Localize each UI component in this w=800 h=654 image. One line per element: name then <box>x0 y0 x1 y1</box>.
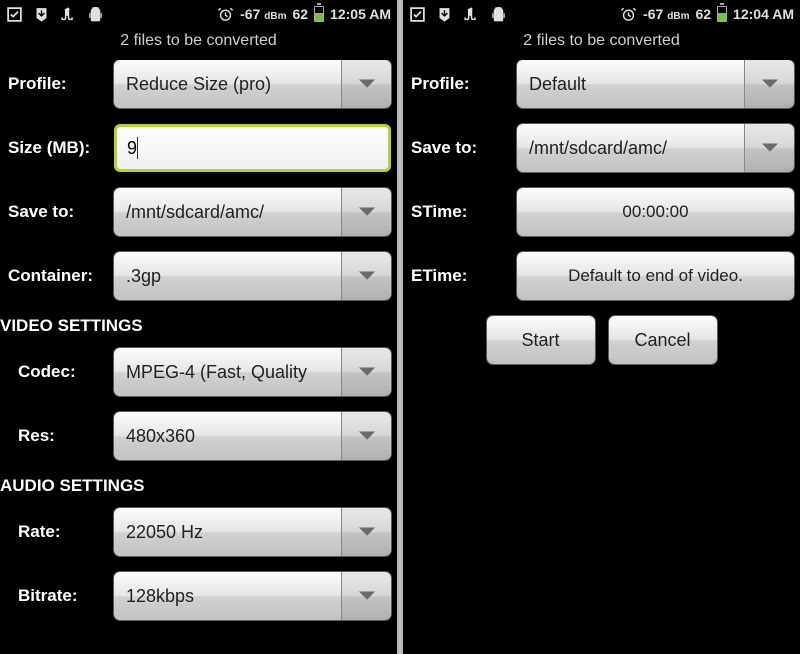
chevron-down-icon <box>341 348 391 396</box>
codec-value: MPEG-4 (Fast, Quality <box>114 348 341 396</box>
android-icon <box>87 6 104 23</box>
rate-value: 22050 Hz <box>114 508 341 556</box>
chevron-down-icon <box>341 508 391 556</box>
signal-strength: -67 dBm <box>240 6 286 22</box>
container-value: .3gp <box>114 252 341 300</box>
usb-icon <box>463 6 480 23</box>
res-value: 480x360 <box>114 412 341 460</box>
download-icon <box>436 6 453 23</box>
etime-button[interactable]: Default to end of video. <box>517 252 794 300</box>
alarm-icon <box>217 6 234 23</box>
chevron-down-icon <box>341 188 391 236</box>
chevron-down-icon <box>744 124 794 172</box>
profile-value: Reduce Size (pro) <box>114 60 341 108</box>
rate-dropdown[interactable]: 22050 Hz <box>114 508 391 556</box>
saveto-label: Save to: <box>409 138 517 158</box>
rate-label: Rate: <box>6 522 114 542</box>
etime-label: ETime: <box>409 266 517 286</box>
clock: 12:05 AM <box>330 6 391 22</box>
size-label: Size (MB): <box>6 138 114 158</box>
res-dropdown[interactable]: 480x360 <box>114 412 391 460</box>
file-count-header: 2 files to be converted <box>403 28 800 60</box>
etime-value: Default to end of video. <box>568 266 743 286</box>
container-label: Container: <box>6 266 114 286</box>
signal-strength: -67 dBm <box>643 6 689 22</box>
profile-dropdown[interactable]: Reduce Size (pro) <box>114 60 391 108</box>
codec-label: Codec: <box>6 362 114 382</box>
profile-label: Profile: <box>409 74 517 94</box>
chevron-down-icon <box>341 60 391 108</box>
bitrate-value: 128kbps <box>114 572 341 620</box>
battery-icon <box>717 6 727 22</box>
start-button[interactable]: Start <box>487 316 595 364</box>
battery-icon <box>314 6 324 22</box>
chevron-down-icon <box>744 60 794 108</box>
clock: 12:04 AM <box>733 6 794 22</box>
battery-pct: 62 <box>695 6 711 22</box>
codec-dropdown[interactable]: MPEG-4 (Fast, Quality <box>114 348 391 396</box>
size-input[interactable]: 9 <box>114 124 391 172</box>
saveto-value: /mnt/sdcard/amc/ <box>114 188 341 236</box>
stime-button[interactable]: 00:00:00 <box>517 188 794 236</box>
stime-label: STime: <box>409 202 517 222</box>
usb-icon <box>60 6 77 23</box>
saveto-label: Save to: <box>6 202 114 222</box>
video-settings-header: VIDEO SETTINGS <box>0 316 391 336</box>
profile-value: Default <box>517 60 744 108</box>
checkbox-icon <box>409 6 426 23</box>
battery-pct: 62 <box>292 6 308 22</box>
download-icon <box>33 6 50 23</box>
chevron-down-icon <box>341 412 391 460</box>
profile-label: Profile: <box>6 74 114 94</box>
audio-settings-header: AUDIO SETTINGS <box>0 476 391 496</box>
android-icon <box>490 6 507 23</box>
screen-left: -67 dBm 62 12:05 AM 2 files to be conver… <box>0 0 397 654</box>
profile-dropdown[interactable]: Default <box>517 60 794 108</box>
alarm-icon <box>620 6 637 23</box>
stime-value: 00:00:00 <box>622 202 688 222</box>
saveto-dropdown[interactable]: /mnt/sdcard/amc/ <box>517 124 794 172</box>
file-count-header: 2 files to be converted <box>0 28 397 60</box>
checkbox-icon <box>6 6 23 23</box>
screen-right: -67 dBm 62 12:04 AM 2 files to be conver… <box>403 0 800 654</box>
cancel-button[interactable]: Cancel <box>609 316 717 364</box>
container-dropdown[interactable]: .3gp <box>114 252 391 300</box>
bitrate-label: Bitrate: <box>6 586 114 606</box>
status-bar: -67 dBm 62 12:04 AM <box>403 0 800 28</box>
saveto-value: /mnt/sdcard/amc/ <box>517 124 744 172</box>
chevron-down-icon <box>341 572 391 620</box>
saveto-dropdown[interactable]: /mnt/sdcard/amc/ <box>114 188 391 236</box>
bitrate-dropdown[interactable]: 128kbps <box>114 572 391 620</box>
res-label: Res: <box>6 426 114 446</box>
status-bar: -67 dBm 62 12:05 AM <box>0 0 397 28</box>
chevron-down-icon <box>341 252 391 300</box>
